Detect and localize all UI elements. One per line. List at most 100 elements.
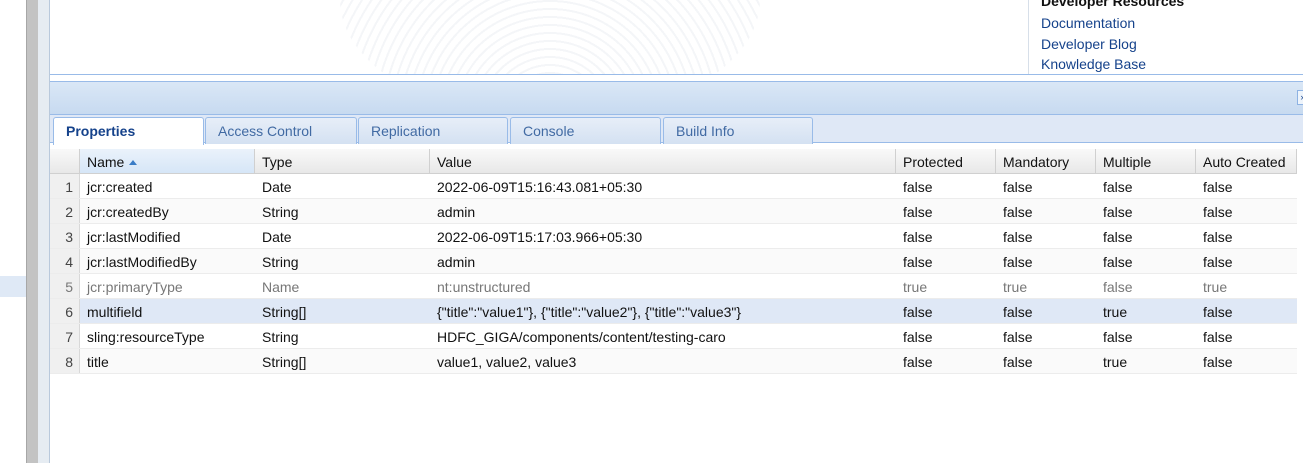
cell-auto-created[interactable]: false: [1196, 199, 1297, 223]
developer-resources-box: Developer Resources Documentation Develo…: [1028, 0, 1303, 74]
cell-multiple[interactable]: false: [1096, 324, 1196, 348]
column-header-type[interactable]: Type: [255, 149, 430, 173]
cell-value[interactable]: {"title":"value1"}, {"title":"value2"}, …: [430, 299, 896, 323]
panel-splitter[interactable]: [26, 0, 38, 463]
knowledge-base-link[interactable]: Knowledge Base: [1041, 56, 1303, 72]
row-number: 3: [50, 224, 80, 248]
column-header-name[interactable]: Name: [80, 149, 255, 173]
cell-value[interactable]: value1, value2, value3: [430, 349, 896, 373]
cell-protected[interactable]: false: [896, 324, 996, 348]
developer-resources-heading: Developer Resources: [1041, 0, 1185, 9]
cell-value[interactable]: HDFC_GIGA/components/content/testing-car…: [430, 324, 896, 348]
cell-auto-created[interactable]: false: [1196, 224, 1297, 248]
cell-name[interactable]: jcr:lastModified: [80, 224, 255, 248]
cell-name[interactable]: jcr:primaryType: [80, 274, 255, 298]
cell-multiple[interactable]: false: [1096, 249, 1196, 273]
table-row[interactable]: 4 jcr:lastModifiedBy String admin false false…: [50, 249, 1297, 274]
cell-multiple[interactable]: false: [1096, 224, 1196, 248]
bottom-panel-header: »: [50, 82, 1303, 115]
cell-mandatory[interactable]: false: [996, 249, 1096, 273]
table-row[interactable]: 2 jcr:createdBy String admin false false false…: [50, 199, 1297, 224]
cell-value[interactable]: admin: [430, 199, 896, 223]
cell-name[interactable]: sling:resourceType: [80, 324, 255, 348]
cell-multiple[interactable]: false: [1096, 199, 1196, 223]
column-header-auto-created[interactable]: Auto Created: [1196, 149, 1297, 173]
documentation-link[interactable]: Documentation: [1041, 15, 1303, 31]
row-number: 5: [50, 274, 80, 298]
cell-protected[interactable]: false: [896, 299, 996, 323]
bottom-panel: » Properties Access Control Replication …: [50, 81, 1303, 463]
column-header-value[interactable]: Value: [430, 149, 896, 173]
cell-mandatory[interactable]: false: [996, 174, 1096, 198]
cell-protected[interactable]: false: [896, 249, 996, 273]
cell-type[interactable]: String[]: [255, 349, 430, 373]
tab-build-info[interactable]: Build Info: [663, 117, 813, 144]
grid-header: Name Type Value Protected Mandatory Mult…: [50, 149, 1297, 174]
cell-type[interactable]: String: [255, 199, 430, 223]
cell-protected[interactable]: true: [896, 274, 996, 298]
cell-type[interactable]: String[]: [255, 299, 430, 323]
cell-auto-created[interactable]: true: [1196, 274, 1297, 298]
cell-value[interactable]: 2022-06-09T15:16:43.081+05:30: [430, 174, 896, 198]
table-row[interactable]: 7 sling:resourceType String HDFC_GIGA/compo…: [50, 324, 1297, 349]
tab-properties[interactable]: Properties: [53, 117, 204, 145]
cell-type[interactable]: String: [255, 324, 430, 348]
cell-mandatory[interactable]: false: [996, 349, 1096, 373]
cell-value[interactable]: nt:unstructured: [430, 274, 896, 298]
row-number-header: [50, 149, 80, 173]
cell-name[interactable]: title: [80, 349, 255, 373]
table-row[interactable]: 5 jcr:primaryType Name nt:unstructured true t…: [50, 274, 1297, 299]
cell-type[interactable]: String: [255, 249, 430, 273]
table-row[interactable]: 3 jcr:lastModified Date 2022-06-09T15:17:03…: [50, 224, 1297, 249]
table-row[interactable]: 1 jcr:created Date 2022-06-09T15:16:43.081+…: [50, 174, 1297, 199]
cell-mandatory[interactable]: false: [996, 224, 1096, 248]
cell-protected[interactable]: false: [896, 224, 996, 248]
cell-multiple[interactable]: false: [1096, 274, 1196, 298]
cell-name[interactable]: jcr:created: [80, 174, 255, 198]
cell-auto-created[interactable]: false: [1196, 174, 1297, 198]
cell-auto-created[interactable]: false: [1196, 324, 1297, 348]
cell-mandatory[interactable]: true: [996, 274, 1096, 298]
sort-ascending-icon: [129, 160, 138, 165]
tree-selected-node[interactable]: [0, 276, 26, 297]
cell-type[interactable]: Name: [255, 274, 430, 298]
column-header-protected[interactable]: Protected: [896, 149, 996, 173]
row-number: 2: [50, 199, 80, 223]
cell-protected[interactable]: false: [896, 174, 996, 198]
tab-replication[interactable]: Replication: [358, 117, 508, 144]
row-number: 7: [50, 324, 80, 348]
tab-console[interactable]: Console: [510, 117, 661, 144]
cell-auto-created[interactable]: false: [1196, 349, 1297, 373]
cell-auto-created[interactable]: false: [1196, 249, 1297, 273]
developer-blog-link[interactable]: Developer Blog: [1041, 36, 1303, 52]
cell-value[interactable]: admin: [430, 249, 896, 273]
cell-name[interactable]: jcr:lastModifiedBy: [80, 249, 255, 273]
row-number: 8: [50, 349, 80, 373]
row-number: 4: [50, 249, 80, 273]
cell-multiple[interactable]: true: [1096, 299, 1196, 323]
cell-value[interactable]: 2022-06-09T15:17:03.966+05:30: [430, 224, 896, 248]
cell-multiple[interactable]: false: [1096, 174, 1196, 198]
cell-type[interactable]: Date: [255, 224, 430, 248]
collapse-icon[interactable]: »: [1297, 90, 1303, 105]
properties-grid: Name Type Value Protected Mandatory Mult…: [50, 149, 1297, 374]
tab-strip: Properties Access Control Replication Co…: [50, 115, 1303, 145]
panel-border: [38, 0, 50, 463]
cell-name[interactable]: jcr:createdBy: [80, 199, 255, 223]
cell-type[interactable]: Date: [255, 174, 430, 198]
cell-name[interactable]: multifield: [80, 299, 255, 323]
cell-mandatory[interactable]: false: [996, 324, 1096, 348]
column-header-multiple[interactable]: Multiple: [1096, 149, 1196, 173]
cell-protected[interactable]: false: [896, 349, 996, 373]
table-row[interactable]: 8 title String[] value1, value2, value3 fals…: [50, 349, 1297, 374]
cell-mandatory[interactable]: false: [996, 299, 1096, 323]
cell-protected[interactable]: false: [896, 199, 996, 223]
column-header-mandatory[interactable]: Mandatory: [996, 149, 1096, 173]
row-number: 1: [50, 174, 80, 198]
table-row[interactable]: 6 multifield String[] {"title":"value1"}, {…: [50, 299, 1297, 324]
tab-access-control[interactable]: Access Control: [205, 117, 357, 144]
cell-mandatory[interactable]: false: [996, 199, 1096, 223]
repository-tree-panel[interactable]: [0, 0, 26, 463]
cell-auto-created[interactable]: false: [1196, 299, 1297, 323]
cell-multiple[interactable]: true: [1096, 349, 1196, 373]
